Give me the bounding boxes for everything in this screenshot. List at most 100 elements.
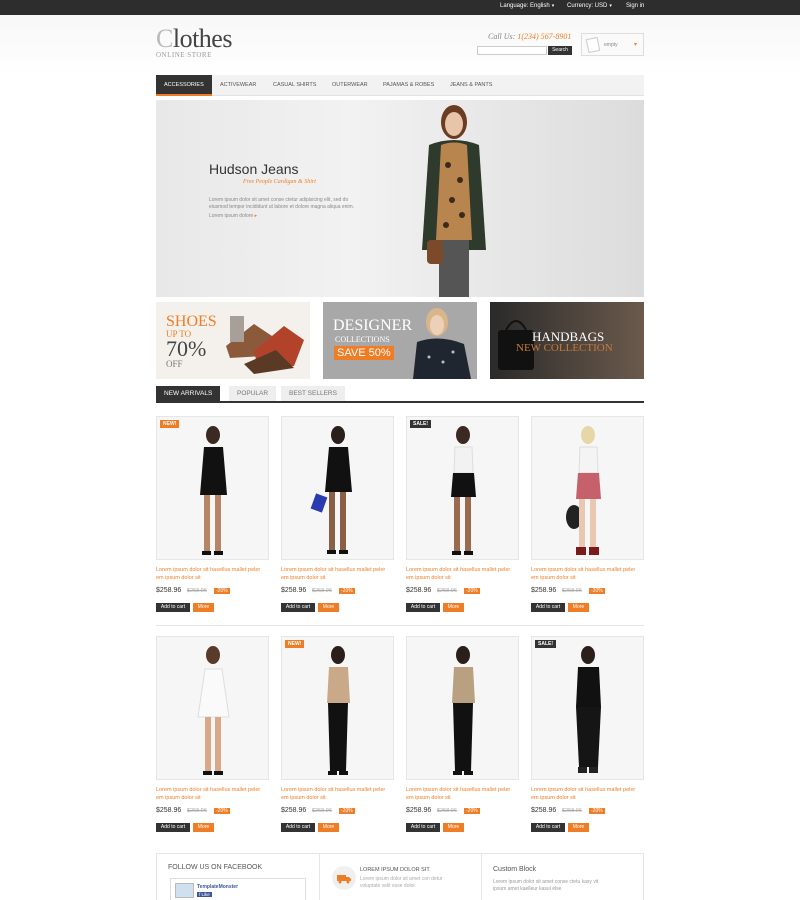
product-name[interactable]: Lorem ipsum dolor sit hasellus mallet pe… bbox=[156, 786, 269, 802]
footer-shipping: LOREM IPSUM DOLOR SIT Lorem ipsum dolor … bbox=[319, 854, 481, 900]
facebook-avatar bbox=[175, 883, 194, 898]
product-old-price: $258.96 bbox=[187, 588, 207, 594]
model-figure bbox=[327, 646, 350, 775]
product-image[interactable] bbox=[531, 416, 644, 560]
discount-badge: -20% bbox=[589, 588, 605, 594]
nav-item-pajamas-robes[interactable]: PAJAMAS & ROBES bbox=[383, 75, 434, 96]
banner-description: Lorem ipsum dolor sit amet conse ctetur … bbox=[209, 197, 355, 210]
custom-block-heading: Custom Block bbox=[493, 866, 537, 873]
add-to-cart-button[interactable]: Add to cart bbox=[281, 823, 315, 832]
tab-best-sellers[interactable]: BEST SELLERS bbox=[281, 386, 345, 401]
custom-block-text: Lorem ipsum dolor sit amet conse ctetu k… bbox=[493, 879, 599, 892]
more-button[interactable]: More bbox=[193, 823, 214, 832]
header bbox=[0, 15, 800, 75]
banner-more-label: Lorem ipsum dolore bbox=[209, 213, 254, 219]
product-image[interactable] bbox=[281, 416, 394, 560]
product-name[interactable]: Lorem ipsum dolor sit hasellus mallet pe… bbox=[531, 786, 644, 802]
product-price: $258.96 bbox=[281, 587, 307, 594]
product-old-price: $258.96 bbox=[187, 808, 207, 814]
product-price: $258.96 bbox=[406, 807, 432, 814]
facebook-page-name[interactable]: TemplateMonster bbox=[197, 884, 238, 890]
currency-label: Currency: USD bbox=[567, 3, 608, 9]
promo-shoes[interactable]: SHOES UP TO 70% OFF bbox=[156, 302, 310, 379]
nav-item-outerwear[interactable]: OUTERWEAR bbox=[332, 75, 368, 96]
discount-badge: -20% bbox=[214, 808, 230, 814]
language-selector[interactable]: Language: English ▾ bbox=[500, 3, 554, 9]
currency-selector[interactable]: Currency: USD ▾ bbox=[567, 3, 612, 9]
product-name[interactable]: Lorem ipsum dolor sit hasellus mallet pe… bbox=[406, 566, 519, 582]
product-name[interactable]: Lorem ipsum dolor sit hasellus mallet pe… bbox=[281, 566, 394, 582]
product-image[interactable] bbox=[406, 636, 519, 780]
model-figure bbox=[576, 646, 601, 773]
discount-badge: -20% bbox=[464, 808, 480, 814]
facebook-like-button[interactable]: f Like bbox=[197, 892, 212, 897]
product-image[interactable] bbox=[281, 636, 394, 780]
model-figure bbox=[197, 646, 230, 775]
nav-item-jeans-pants[interactable]: JEANS & PANTS bbox=[450, 75, 492, 96]
promo-handbags-subtitle: NEW COLLECTION bbox=[516, 342, 613, 354]
chevron-down-icon: ▾ bbox=[609, 3, 612, 9]
add-to-cart-button[interactable]: Add to cart bbox=[156, 603, 190, 612]
nav-item-accessories[interactable]: ACCESSORIES bbox=[156, 75, 212, 96]
product-old-price: $258.96 bbox=[312, 588, 332, 594]
more-button[interactable]: More bbox=[568, 603, 589, 612]
cart-widget[interactable]: empty ▾ bbox=[581, 33, 644, 56]
more-button[interactable]: More bbox=[443, 603, 464, 612]
tab-popular[interactable]: POPULAR bbox=[229, 386, 277, 401]
discount-badge: -20% bbox=[339, 588, 355, 594]
product-tabs: NEW ARRIVALS POPULAR BEST SELLERS bbox=[156, 386, 644, 403]
nav-item-activewear[interactable]: ACTIVEWEAR bbox=[220, 75, 256, 96]
product-name[interactable]: Lorem ipsum dolor sit hasellus mallet pe… bbox=[281, 786, 394, 802]
facebook-icon: f bbox=[199, 892, 201, 897]
footer: FOLLOW US ON FACEBOOK TemplateMonster f … bbox=[156, 853, 644, 900]
arrow-right-icon: ▸ bbox=[254, 213, 258, 219]
banner-more-link[interactable]: Lorem ipsum dolore ▸ bbox=[209, 213, 257, 219]
product-image[interactable] bbox=[156, 416, 269, 560]
product-price: $258.96 bbox=[156, 587, 182, 594]
add-to-cart-button[interactable]: Add to cart bbox=[281, 603, 315, 612]
more-button[interactable]: More bbox=[318, 823, 339, 832]
hero-banner[interactable]: Hudson Jeans Free People Cardigan & Shir… bbox=[156, 100, 644, 297]
promo-designer-subtitle: COLLECTIONS bbox=[335, 335, 390, 344]
more-button[interactable]: More bbox=[318, 603, 339, 612]
nav-item-casual-shirts[interactable]: CASUAL SHIRTS bbox=[273, 75, 316, 96]
more-button[interactable]: More bbox=[443, 823, 464, 832]
banner-model-image bbox=[422, 105, 486, 297]
product-old-price: $258.96 bbox=[312, 808, 332, 814]
model-figure bbox=[310, 426, 352, 554]
more-button[interactable]: More bbox=[193, 603, 214, 612]
product-name[interactable]: Lorem ipsum dolor sit hasellus mallet pe… bbox=[156, 566, 269, 582]
logo[interactable]: Clothes ONLINE STORE bbox=[156, 26, 232, 60]
product-image[interactable] bbox=[156, 636, 269, 780]
shoes-image bbox=[226, 316, 304, 374]
model-figure bbox=[566, 426, 601, 555]
facebook-widget[interactable]: TemplateMonster f Like bbox=[170, 878, 306, 900]
tab-new-arrivals[interactable]: NEW ARRIVALS bbox=[156, 386, 221, 401]
product-image[interactable] bbox=[531, 636, 644, 780]
footer-facebook: FOLLOW US ON FACEBOOK TemplateMonster f … bbox=[157, 854, 319, 900]
search-button[interactable]: Search bbox=[548, 46, 572, 55]
add-to-cart-button[interactable]: Add to cart bbox=[156, 823, 190, 832]
product-price: $258.96 bbox=[531, 587, 557, 594]
promo-shoes-off: OFF bbox=[166, 359, 183, 369]
product-image[interactable] bbox=[406, 416, 519, 560]
shopping-bag-icon bbox=[585, 36, 601, 54]
model-figure bbox=[451, 426, 476, 555]
search-input[interactable] bbox=[477, 46, 547, 55]
new-badge: NEW! bbox=[160, 420, 180, 428]
promo-handbags[interactable]: HANDBAGS NEW COLLECTION bbox=[490, 302, 644, 379]
product-name[interactable]: Lorem ipsum dolor sit hasellus mallet pe… bbox=[531, 566, 644, 582]
product-name[interactable]: Lorem ipsum dolor sit hasellus mallet pe… bbox=[406, 786, 519, 802]
more-button[interactable]: More bbox=[568, 823, 589, 832]
model-figure bbox=[452, 646, 475, 775]
add-to-cart-button[interactable]: Add to cart bbox=[406, 823, 440, 832]
promo-designer[interactable]: DESIGNER COLLECTIONS SAVE 50% bbox=[323, 302, 477, 379]
signin-link[interactable]: Sign in bbox=[626, 3, 644, 9]
add-to-cart-button[interactable]: Add to cart bbox=[531, 603, 565, 612]
add-to-cart-button[interactable]: Add to cart bbox=[531, 823, 565, 832]
chevron-down-icon: ▾ bbox=[551, 3, 555, 9]
language-label: Language: English bbox=[500, 3, 550, 9]
product-old-price: $258.96 bbox=[437, 808, 457, 814]
sale-badge: SALE! bbox=[410, 420, 431, 428]
add-to-cart-button[interactable]: Add to cart bbox=[406, 603, 440, 612]
